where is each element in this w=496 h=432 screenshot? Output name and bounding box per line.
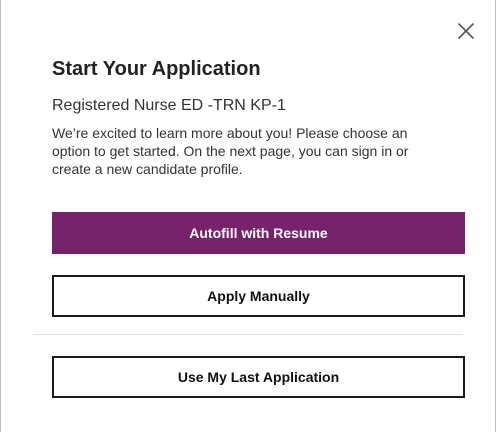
close-icon — [458, 23, 474, 39]
autofill-with-resume-button[interactable]: Autofill with Resume — [52, 212, 465, 254]
divider — [33, 334, 463, 335]
job-title: Registered Nurse ED -TRN KP-1 — [52, 97, 286, 114]
intro-text: We’re excited to learn more about you! P… — [52, 125, 409, 177]
use-last-application-button[interactable]: Use My Last Application — [52, 356, 465, 398]
dialog-title: Start Your Application — [52, 58, 261, 80]
start-application-dialog: Start Your Application Registered Nurse … — [0, 0, 496, 432]
apply-manually-button[interactable]: Apply Manually — [52, 275, 465, 317]
close-button[interactable] — [455, 20, 477, 42]
